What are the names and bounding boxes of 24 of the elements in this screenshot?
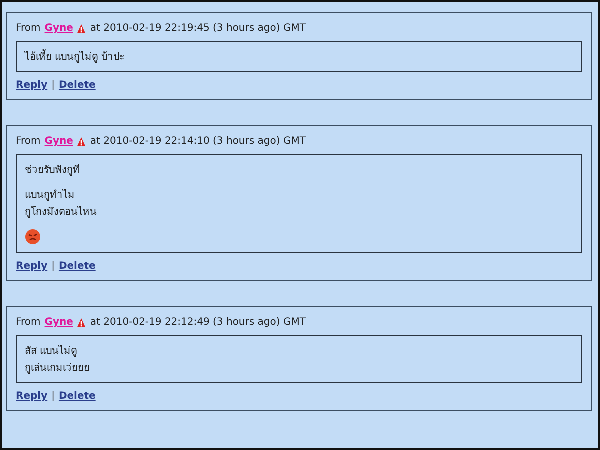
action-link[interactable]: Reply	[16, 80, 48, 91]
message-line: สัส แบนไม่ดู	[25, 344, 78, 358]
message-line: แบนกูทำไม	[25, 188, 76, 202]
from-label: From	[16, 23, 41, 34]
message-line: ช่วยรับฟังกูที	[25, 164, 81, 177]
action-link[interactable]: Delete	[58, 261, 96, 272]
from-label: From	[16, 317, 41, 328]
separator: |	[52, 80, 55, 91]
action-link[interactable]: Delete	[58, 80, 96, 91]
action-link[interactable]: Reply	[16, 261, 48, 272]
separator: |	[52, 261, 55, 272]
timestamp: at 2010-02-19 22:12:49 (3 hours ago) GMT	[90, 317, 306, 328]
message-line: กูโกงมึงตอนไหน	[25, 205, 98, 219]
action-link[interactable]: Delete	[58, 391, 96, 402]
action-link[interactable]: Reply	[16, 391, 48, 402]
timestamp: at 2010-02-19 22:14:10 (3 hours ago) GMT	[90, 136, 306, 147]
warning-icon[interactable]	[77, 136, 86, 146]
timestamp: at 2010-02-19 22:19:45 (3 hours ago) GMT	[90, 23, 306, 34]
from-label: From	[16, 136, 41, 147]
warning-icon[interactable]	[77, 318, 86, 328]
message-line: ไอ้เหี้ย แบนกูไม่ดู บ้าปะ	[25, 49, 573, 64]
message-line: กูเล่นเกมเว่ยยย	[25, 362, 91, 375]
separator: |	[52, 391, 55, 402]
warning-icon[interactable]	[77, 24, 86, 34]
